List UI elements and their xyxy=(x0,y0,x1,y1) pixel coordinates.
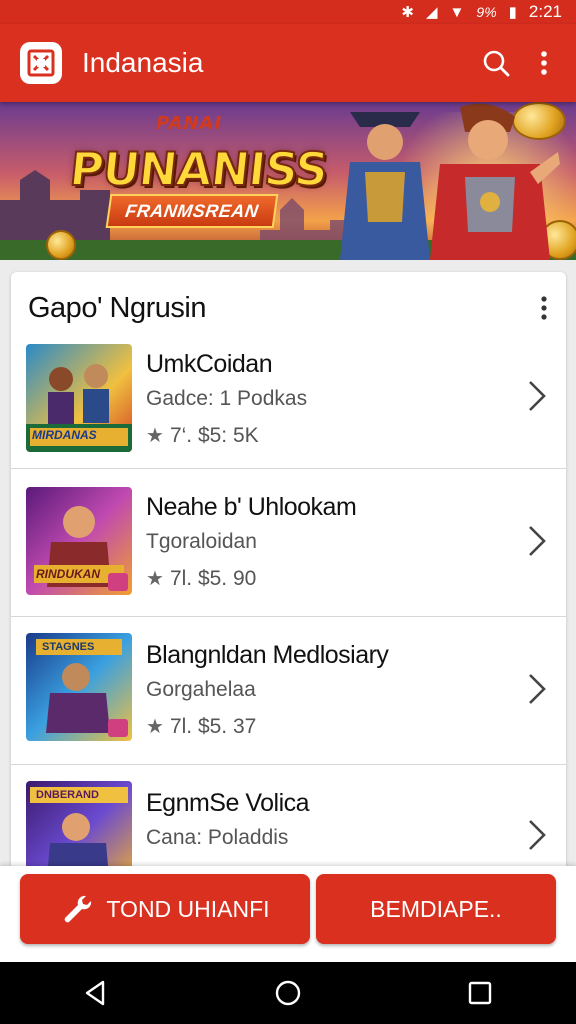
item-rating: ★ 7l. $5. 90 xyxy=(146,566,356,591)
thumbnail-label: RINDUKAN xyxy=(36,567,100,581)
app-title: Indanasia xyxy=(82,47,204,78)
app-logo-icon[interactable] xyxy=(20,42,62,84)
item-rating-text: 7‘. $5: 5K xyxy=(169,423,259,447)
app-bar: Indanasia xyxy=(0,24,576,102)
chevron-right-icon xyxy=(529,526,546,556)
search-icon xyxy=(483,50,510,77)
secondary-action-button[interactable]: BEMDIAPE.. xyxy=(316,874,556,944)
signal-icon: ◢ xyxy=(426,4,438,21)
recents-square-icon xyxy=(468,981,492,1005)
system-nav-bar xyxy=(0,962,576,1024)
banner-kicker: PANAI xyxy=(156,113,223,134)
search-button[interactable] xyxy=(472,39,520,87)
status-bar: ✱ ◢ ▼ 9% ▮ 2:21 xyxy=(0,0,576,24)
item-text: Blangnldan Medlosiary Gorgahelaa ★ 7l. $… xyxy=(146,641,389,739)
back-triangle-icon xyxy=(85,980,105,1006)
item-title: UmkCoidan xyxy=(146,350,273,378)
item-title: EgnmSe Volica xyxy=(146,789,310,817)
list-item[interactable]: DNBERAND EgnmSe Volica Cana: Poladdis xyxy=(11,764,566,872)
banner-ribbon-text: FRANMSREAN xyxy=(124,200,260,221)
card-header: Gapo' Ngrusin xyxy=(11,272,566,344)
item-text: UmkCoidan Gadce: 1 Podkas ★ 7‘. $5: 5K xyxy=(146,350,307,448)
hero-character xyxy=(430,103,560,260)
thumbnail-label: MIRDANAS xyxy=(32,428,97,442)
item-subtitle: Tgoraloidan xyxy=(146,530,257,553)
promo-banner[interactable]: PANAI PUNANISS FRANMSREAN xyxy=(0,102,576,260)
item-text: EgnmSe Volica Cana: Poladdis xyxy=(146,789,310,850)
item-subtitle: Gadce: 1 Podkas xyxy=(146,387,308,410)
wifi-icon: ▼ xyxy=(449,3,465,21)
secondary-action-label: BEMDIAPE.. xyxy=(370,895,502,922)
item-text: Neahe b' Uhlookam Tgoraloidan ★ 7l. $5. … xyxy=(146,493,357,591)
section-menu-button[interactable] xyxy=(522,286,566,330)
battery-icon: ▮ xyxy=(508,4,517,21)
status-time: 2:21 xyxy=(528,2,562,21)
game-thumbnail: STAGNES xyxy=(26,633,132,741)
back-button[interactable] xyxy=(66,968,126,1018)
more-vert-icon xyxy=(541,51,547,75)
item-rating: ★ 7‘. $5: 5K xyxy=(146,423,307,448)
chevron-right-icon xyxy=(529,674,546,704)
banner-ribbon: FRANMSREAN xyxy=(105,194,279,228)
coin-decoration xyxy=(46,230,76,260)
item-rating-text: 7l. $5. 37 xyxy=(169,714,257,738)
chevron-right-icon xyxy=(529,381,546,411)
item-rating-text: 7l. $5. 90 xyxy=(169,566,257,590)
list-item[interactable]: STAGNES Blangnldan Medlosiary Gorgahelaa… xyxy=(11,616,566,764)
section-title: Gapo' Ngrusin xyxy=(28,291,206,324)
wrench-icon xyxy=(65,895,92,923)
primary-action-label: TOND UHIANFI xyxy=(106,895,270,922)
list-item[interactable]: MIRDANAS UmkCoidan Gadce: 1 Podkas ★ 7‘.… xyxy=(11,344,566,468)
game-thumbnail: DNBERAND xyxy=(26,781,132,872)
star-icon: ★ xyxy=(146,425,164,447)
list-item[interactable]: RINDUKAN Neahe b' Uhlookam Tgoraloidan ★… xyxy=(11,468,566,616)
home-circle-icon xyxy=(275,980,301,1006)
item-subtitle: Gorgahelaa xyxy=(146,678,256,701)
bluetooth-icon: ✱ xyxy=(401,4,414,21)
item-rating: ★ 7l. $5. 37 xyxy=(146,714,388,739)
game-thumbnail: MIRDANAS xyxy=(26,344,132,452)
star-icon: ★ xyxy=(146,568,164,590)
thumbnail-label: STAGNES xyxy=(42,641,95,653)
game-thumbnail: RINDUKAN xyxy=(26,487,132,595)
item-title: Blangnldan Medlosiary xyxy=(146,641,389,669)
more-vert-icon xyxy=(541,296,547,320)
primary-action-button[interactable]: TOND UHIANFI xyxy=(20,874,310,944)
home-button[interactable] xyxy=(258,968,318,1018)
star-icon: ★ xyxy=(146,716,164,738)
banner-title: PUNANISS xyxy=(66,141,331,197)
battery-percent: 9% xyxy=(476,4,497,20)
chevron-right-icon xyxy=(529,820,546,850)
recents-button[interactable] xyxy=(450,968,510,1018)
item-title: Neahe b' Uhlookam xyxy=(146,493,357,521)
game-list-card: Gapo' Ngrusin MIRDANAS UmkCoidan Gadce: … xyxy=(11,272,566,872)
bottom-action-bar: TOND UHIANFI BEMDIAPE.. xyxy=(0,866,576,962)
overflow-menu-button[interactable] xyxy=(520,39,568,87)
thumbnail-label: DNBERAND xyxy=(36,789,99,801)
item-subtitle: Cana: Poladdis xyxy=(146,826,289,849)
